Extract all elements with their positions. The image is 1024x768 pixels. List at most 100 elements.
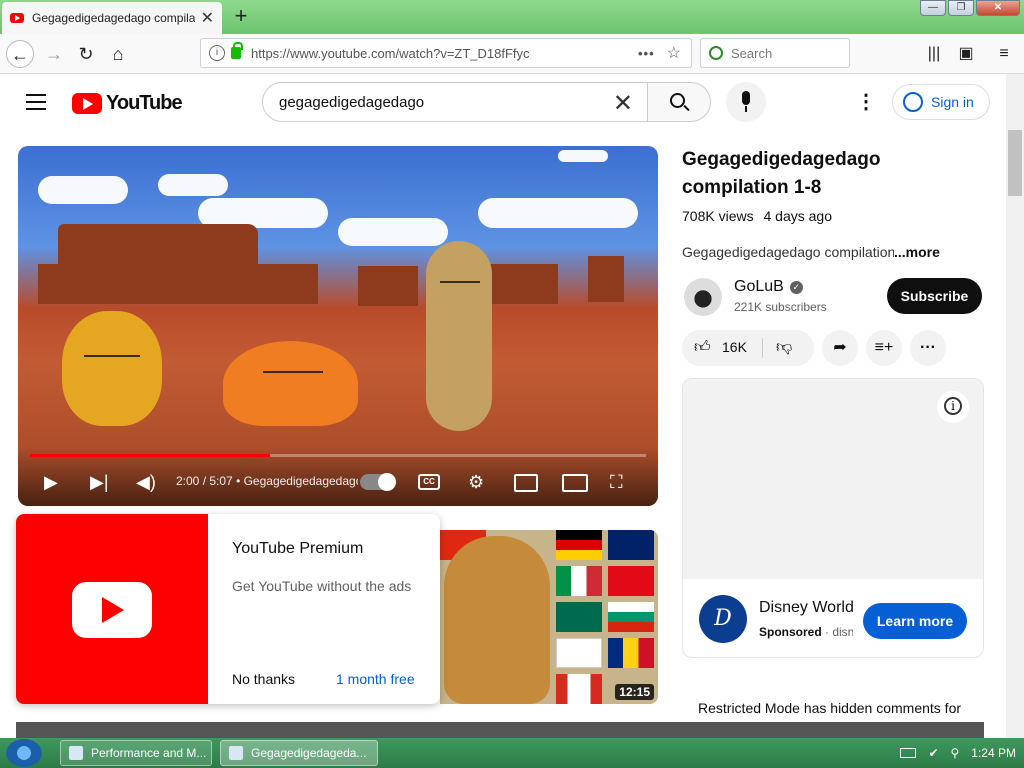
reload-button[interactable]: ↻ [72, 40, 100, 68]
browser-navbar: ← → ↻ ⌂ i https://www.youtube.com/watch?… [0, 34, 1024, 74]
youtube-logo[interactable]: YouTube [72, 92, 183, 115]
channel-avatar[interactable] [684, 278, 722, 316]
url-text[interactable]: https://www.youtube.com/watch?v=ZT_D18fF… [251, 46, 638, 61]
related-video-thumbnail[interactable]: 12:15 [440, 530, 658, 704]
page-actions-icon[interactable]: ••• [638, 46, 655, 61]
taskbar-item-label: Performance and M... [91, 746, 207, 760]
more-link[interactable]: ...more [894, 244, 940, 260]
flag-decoration [556, 530, 602, 560]
youtube-search-button[interactable] [647, 82, 711, 122]
autoplay-toggle[interactable] [360, 473, 396, 491]
subscriber-count: 221K subscribers [734, 300, 827, 314]
youtube-search-input[interactable]: gegagedigedagedago ✕ [262, 82, 648, 122]
performance-app-icon [69, 746, 83, 760]
settings-kebab-icon[interactable]: ⋮ [856, 90, 876, 114]
home-button[interactable]: ⌂ [104, 40, 132, 68]
sign-in-label: Sign in [931, 94, 974, 110]
start-button[interactable] [6, 739, 42, 767]
month-free-button[interactable]: 1 month free [336, 671, 415, 687]
chapter-title: • Gegagedigedagedago [236, 474, 358, 488]
more-actions-icon[interactable]: ··· [910, 330, 946, 366]
captions-icon[interactable]: CC [418, 474, 440, 490]
like-count[interactable]: 16K [722, 339, 747, 355]
search-tray-icon[interactable]: ⚲ [951, 746, 960, 760]
keyboard-icon[interactable] [900, 748, 917, 758]
flag-decoration [608, 566, 654, 596]
video-progress-bar[interactable] [30, 454, 646, 457]
channel-name-row[interactable]: GoLuB ✓ [734, 278, 803, 296]
forward-button[interactable]: → [40, 40, 68, 68]
next-icon[interactable]: ▶| [90, 470, 109, 494]
premium-promo-card: YouTube Premium Get YouTube without the … [16, 514, 440, 704]
maximize-button[interactable]: ❐ [948, 0, 974, 16]
browser-search-field[interactable]: Search [700, 38, 850, 68]
face-detail [440, 281, 480, 283]
taskbar-item-firefox[interactable]: Gegagedigedageda... [220, 740, 378, 766]
window-controls: — ❐ ✕ [920, 0, 1020, 16]
clear-search-icon[interactable]: ✕ [613, 89, 633, 118]
ad-info-icon[interactable]: i [937, 391, 969, 423]
cloud-decoration [558, 150, 608, 162]
bookmark-star-icon[interactable]: ☆ [667, 43, 681, 63]
thumbs-up-icon[interactable]: 👍︎ [694, 338, 711, 357]
subscribe-button[interactable]: Subscribe [887, 278, 982, 314]
like-dislike-pill: 👍︎ 16K 👎︎ [682, 330, 814, 366]
share-icon[interactable]: ➦ [822, 330, 858, 366]
learn-more-button[interactable]: Learn more [863, 603, 967, 639]
system-tray: ✔ ⚲ 1:24 PM [900, 738, 1016, 768]
premium-promo-image [16, 514, 208, 704]
new-tab-button[interactable]: + [228, 4, 254, 30]
page-scrollbar[interactable] [1006, 74, 1024, 738]
guide-menu-icon[interactable] [26, 94, 46, 110]
account-icon [903, 92, 923, 112]
play-icon[interactable]: ▶ [44, 470, 58, 494]
window-close-button[interactable]: ✕ [976, 0, 1020, 16]
save-to-playlist-icon[interactable]: ≡+ [866, 330, 902, 366]
theater-mode-icon[interactable] [562, 474, 588, 492]
time-and-chapter: 2:00 / 5:07 • Gegagedigedagedago [176, 474, 358, 488]
back-button[interactable]: ← [6, 40, 34, 68]
description-text: Gegagedigedagedago compilation [682, 244, 894, 260]
miniplayer-icon[interactable] [514, 474, 538, 492]
flag-decoration [608, 638, 654, 668]
video-player[interactable]: ▶ ▶| ◀) 2:00 / 5:07 • Gegagedigedagedago… [18, 146, 658, 506]
promo-title: YouTube Premium [232, 540, 364, 557]
thumbs-down-icon[interactable]: 👎︎ [776, 338, 792, 357]
menu-icon[interactable]: ≡ [990, 40, 1018, 68]
ad-domain: · disney [825, 625, 853, 639]
no-thanks-button[interactable]: No thanks [232, 671, 295, 687]
library-icon[interactable]: ||| [920, 40, 948, 68]
taskbar-item-performance[interactable]: Performance and M... [60, 740, 212, 766]
url-bar[interactable]: i https://www.youtube.com/watch?v=ZT_D18… [200, 38, 692, 68]
video-description[interactable]: Gegagedigedagedago compilation...more [682, 244, 940, 260]
fullscreen-icon[interactable]: ⛶ [610, 470, 623, 494]
upload-age: 4 days ago [763, 208, 832, 224]
volume-icon[interactable]: ◀) [136, 470, 156, 494]
sign-in-button[interactable]: Sign in [892, 84, 990, 120]
youtube-logo-text: YouTube [106, 92, 183, 114]
video-duration-badge: 12:15 [615, 684, 654, 700]
windows-taskbar: Performance and M... Gegagedigedageda...… [0, 738, 1024, 768]
salmon-character [223, 341, 358, 426]
face-detail [263, 371, 323, 373]
minimize-button[interactable]: — [920, 0, 946, 16]
sponsored-ad-card[interactable]: i D Disney World Sponsored · disney Lear… [682, 378, 984, 658]
voice-search-mic-icon[interactable] [726, 82, 766, 122]
sidebar-icon[interactable]: ▣ [952, 40, 980, 68]
player-controls: ▶ ▶| ◀) 2:00 / 5:07 • Gegagedigedagedago… [18, 446, 658, 506]
tab-title: Gegagedigedagedago compilati [32, 11, 195, 25]
site-info-icon[interactable]: i [209, 45, 225, 61]
settings-gear-icon[interactable]: ⚙ [468, 470, 484, 494]
nugget-character [444, 536, 550, 704]
scrollbar-thumb[interactable] [1008, 130, 1022, 196]
clock[interactable]: 1:24 PM [971, 746, 1016, 760]
tab-close-icon[interactable]: ✕ [201, 8, 214, 28]
network-icon[interactable]: ✔ [928, 746, 938, 760]
browser-search-placeholder: Search [731, 45, 773, 61]
channel-name[interactable]: GoLuB [734, 278, 784, 296]
ad-info-glyph: i [944, 397, 962, 415]
video-progress-fill [30, 454, 271, 457]
youtube-play-logo-icon [72, 93, 102, 114]
youtube-play-logo-icon [72, 582, 152, 638]
browser-tab-active[interactable]: Gegagedigedagedago compilati ✕ [2, 2, 222, 34]
